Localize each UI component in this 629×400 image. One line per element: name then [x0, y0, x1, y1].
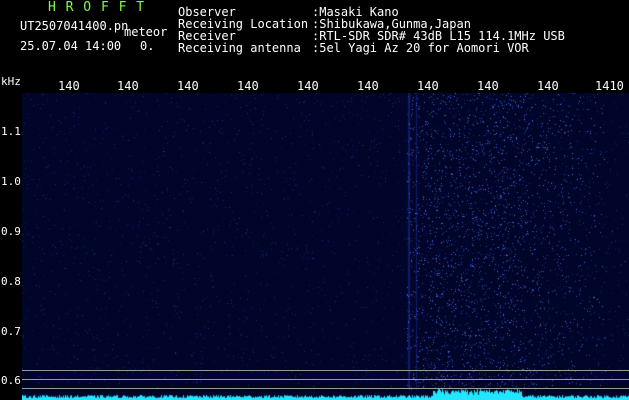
- x-tick-label: 140: [477, 80, 499, 92]
- y-tick-label: 0.7: [1, 325, 21, 338]
- reference-line: [22, 370, 629, 371]
- y-tick-label: 0.9: [1, 225, 21, 238]
- antenna-value: :5el Yagi Az 20 for Aomori VOR: [312, 41, 529, 55]
- x-tick-label: 140: [297, 80, 319, 92]
- x-tick-label: 140: [417, 80, 439, 92]
- y-tick-label: 0.8: [1, 275, 21, 288]
- filename-label: UT2507041400.pn: [20, 19, 129, 33]
- x-tick-label: 140: [177, 80, 199, 92]
- y-tick-label: 1.0: [1, 175, 21, 188]
- spectrogram-canvas: [22, 93, 629, 400]
- x-tick-label: 140: [117, 80, 139, 92]
- reference-line: [22, 388, 629, 389]
- x-tick-label: 140: [237, 80, 259, 92]
- x-tick-label: 140: [58, 80, 80, 92]
- y-axis-unit: kHz: [1, 75, 21, 88]
- app-title: H R O F F T: [48, 0, 146, 15]
- y-tick-label: 0.6: [1, 374, 21, 387]
- x-tick-label: 140: [537, 80, 559, 92]
- datetime-label: 25.07.04 14:00: [20, 39, 122, 53]
- antenna-label: Receiving antenna: [178, 41, 301, 55]
- x-tick-label: 1410: [595, 80, 624, 92]
- mode-label: meteor: [124, 25, 168, 39]
- x-tick-label: 140: [357, 80, 379, 92]
- reference-line: [22, 379, 629, 380]
- y-tick-label: 1.1: [1, 125, 21, 138]
- spectrogram-area: [22, 93, 629, 400]
- count-label: 0.: [140, 39, 155, 53]
